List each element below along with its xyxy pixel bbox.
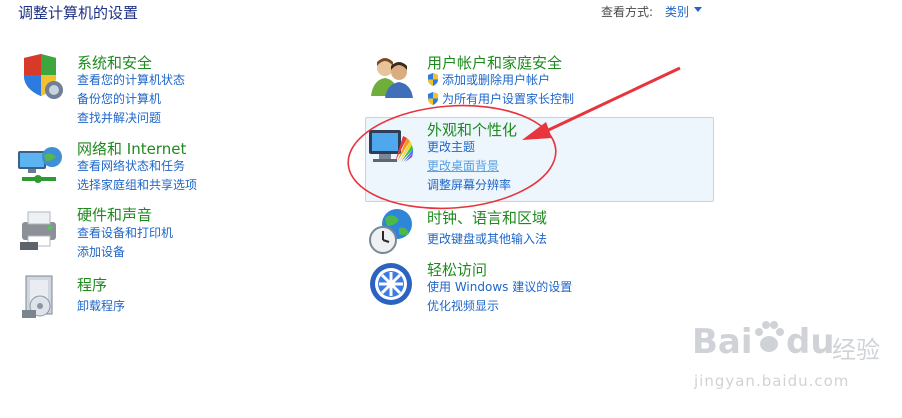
network-icon [18,147,62,183]
category-title-ease-of-access[interactable]: 轻松访问 [427,259,487,280]
printer-hardware-icon [20,211,56,250]
uac-shield-icon [428,92,438,105]
appearance-monitor-icon [369,130,413,162]
category-title-clock-language[interactable]: 时钟、语言和区域 [427,207,547,228]
chevron-down-icon[interactable] [694,7,702,12]
link-windows-recommended[interactable]: 使用 Windows 建议的设置 [427,279,572,295]
category-title-user-accounts[interactable]: 用户帐户和家庭安全 [427,52,562,73]
link-parental-controls[interactable]: 为所有用户设置家长控制 [442,91,574,107]
link-change-theme[interactable]: 更改主题 [427,139,475,155]
category-title-appearance[interactable]: 外观和个性化 [427,119,517,140]
shield-security-icon [24,54,63,99]
programs-icon [22,275,53,318]
watermark-brand: Bai [692,322,753,362]
link-homegroup[interactable]: 选择家庭组和共享选项 [77,177,197,193]
link-adjust-resolution[interactable]: 调整屏幕分辨率 [427,177,511,193]
link-add-remove-user[interactable]: 添加或删除用户帐户 [442,72,550,88]
watermark-suffix: 经验 [832,336,880,364]
link-troubleshoot[interactable]: 查找并解决问题 [77,110,161,126]
view-by-dropdown[interactable]: 类别 [665,3,689,20]
category-title-hardware-sound[interactable]: 硬件和声音 [77,204,152,225]
link-devices-printers[interactable]: 查看设备和打印机 [77,225,173,241]
category-appearance-hover-highlight[interactable] [365,117,714,202]
link-network-status[interactable]: 查看网络状态和任务 [77,158,185,174]
link-view-computer-status[interactable]: 查看您的计算机状态 [77,72,185,88]
link-backup-computer[interactable]: 备份您的计算机 [77,91,161,107]
watermark-brand2: du [786,322,835,362]
link-add-device[interactable]: 添加设备 [77,244,125,260]
paw-icon [755,321,784,352]
category-title-system-security[interactable]: 系统和安全 [77,52,152,73]
watermark-url: jingyan.baidu.com [694,372,850,390]
uac-shield-icon [428,73,438,86]
link-change-desktop-background[interactable]: 更改桌面背景 [427,158,499,174]
link-change-keyboard[interactable]: 更改键盘或其他输入法 [427,231,547,247]
clock-globe-icon [369,209,412,254]
category-title-programs[interactable]: 程序 [77,274,107,295]
category-title-network[interactable]: 网络和 Internet [77,138,186,159]
page-title: 调整计算机的设置 [18,4,139,22]
baidu-jingyan-watermark: Bai du 经验 jingyan.baidu.com [682,310,892,410]
link-uninstall-program[interactable]: 卸载程序 [77,298,125,314]
view-by-label: 查看方式: [601,5,654,19]
ease-of-access-icon [370,263,412,305]
link-optimize-video[interactable]: 优化视频显示 [427,298,499,314]
users-icon [371,58,413,98]
